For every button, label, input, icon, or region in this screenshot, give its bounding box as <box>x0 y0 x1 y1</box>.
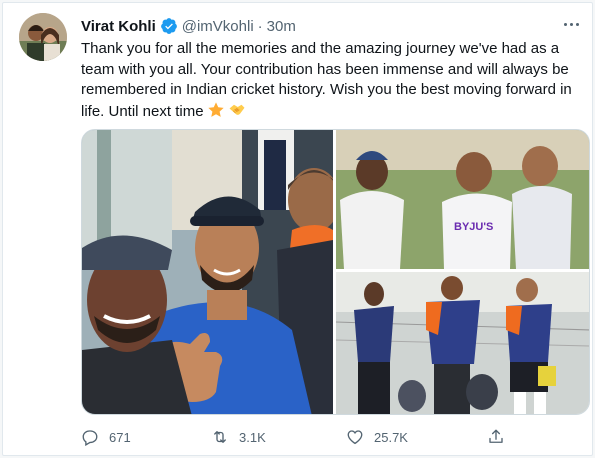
tweet-text-container: Thank you for all the memories and the a… <box>81 39 581 122</box>
verified-badge-icon <box>160 18 177 34</box>
author-name[interactable]: Virat Kohli <box>81 18 156 35</box>
more-options-icon[interactable] <box>560 15 582 33</box>
jersey-brand-text: BYJU'S <box>454 221 493 233</box>
avatar-image <box>19 13 67 61</box>
photo-coaches-field[interactable]: BYJU'S <box>336 130 590 269</box>
media-gallery[interactable]: BYJU'S <box>81 129 590 415</box>
star-emoji-icon <box>207 101 224 117</box>
tweet-actions: 671 3.1K 25.7K <box>81 423 511 451</box>
retweet-icon <box>214 431 226 443</box>
tweet-card[interactable]: Virat Kohli @imVkohli · 30m Thank you fo… <box>2 2 593 456</box>
like-count: 25.7K <box>374 429 408 445</box>
reply-button[interactable]: 671 <box>81 428 131 446</box>
heart-icon <box>347 430 363 445</box>
share-button[interactable] <box>487 428 505 446</box>
like-button[interactable]: 25.7K <box>346 428 408 446</box>
retweet-button[interactable]: 3.1K <box>211 428 266 446</box>
photo-selfie[interactable] <box>82 130 340 415</box>
tweet-timestamp[interactable]: 30m <box>267 18 296 35</box>
avatar[interactable] <box>19 13 67 61</box>
media-gallery-svg: BYJU'S <box>82 130 590 415</box>
separator-dot: · <box>257 17 263 35</box>
reply-count: 671 <box>109 429 131 445</box>
photo-players-nets[interactable] <box>335 272 590 415</box>
handshake-emoji-icon <box>229 104 245 115</box>
tweet-header: Virat Kohli @imVkohli · 30m <box>81 16 296 36</box>
author-handle[interactable]: @imVkohli <box>182 18 254 35</box>
retweet-count: 3.1K <box>239 429 266 445</box>
reply-icon <box>82 430 98 446</box>
share-icon <box>489 429 503 443</box>
tweet-text: Thank you for all the memories and the a… <box>81 40 572 120</box>
